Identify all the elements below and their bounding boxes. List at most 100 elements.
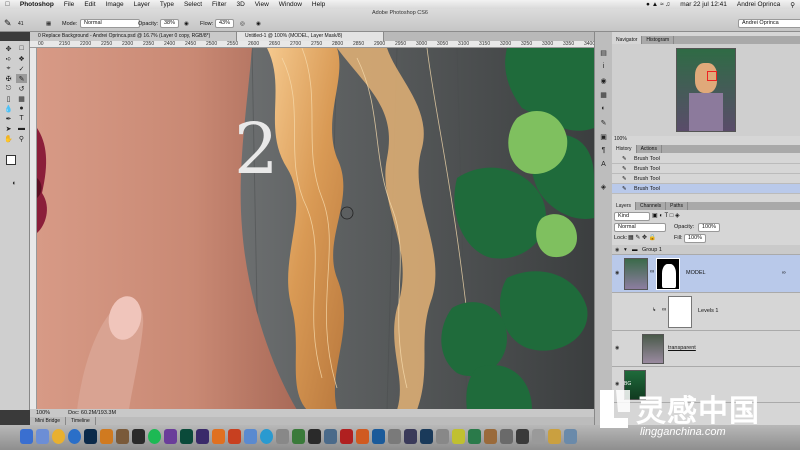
tab-layers[interactable]: Layers (612, 202, 637, 210)
gradient-tool-icon[interactable]: ▦ (16, 94, 27, 103)
menu-app-name[interactable]: Photoshop (15, 1, 59, 8)
lightroom-icon[interactable] (420, 429, 433, 444)
spotlight-icon[interactable]: ⚲ (785, 1, 800, 9)
visibility-eye-icon[interactable]: ◉ (615, 270, 619, 276)
tab-channels[interactable]: Channels (636, 202, 667, 210)
layer-group-row[interactable]: ◉ ▾ ▬ Group 1 (612, 245, 800, 255)
dodge-tool-icon[interactable]: ● (16, 104, 27, 113)
dreamweaver-icon[interactable] (196, 429, 209, 444)
app-icon[interactable] (292, 429, 305, 444)
pressure-size-icon[interactable]: ◉ (256, 19, 261, 28)
brush-panel-icon-strip[interactable]: ✎ (598, 118, 609, 127)
info-panel-icon[interactable]: i (598, 62, 609, 71)
healing-tool-icon[interactable]: ✠ (3, 74, 14, 83)
tab-histogram[interactable]: Histogram (642, 36, 675, 44)
menu-select[interactable]: Select (179, 1, 207, 8)
lock-icons[interactable]: ▦ ✎ ✥ 🔒 (628, 234, 656, 241)
tab-paths[interactable]: Paths (666, 202, 688, 210)
horizontal-ruler[interactable]: 00 2150 2200 2250 2300 2350 2400 2450 2500 2550 26… (30, 41, 595, 48)
foreground-color-swatch[interactable] (6, 155, 16, 165)
tab-actions[interactable]: Actions (637, 145, 662, 153)
history-item[interactable]: ✎ Brush Tool (612, 164, 800, 174)
layer-filter-icons[interactable]: ▣ ◐ T □ ◈ (652, 212, 680, 219)
finder-icon[interactable] (20, 429, 33, 444)
brush-tool-active-icon[interactable]: ✎ (16, 74, 27, 83)
adjustment-mask-thumbnail[interactable] (668, 296, 692, 328)
app-icon[interactable] (404, 429, 417, 444)
paragraph-panel-icon[interactable]: ¶ (598, 146, 609, 155)
app-icon[interactable] (372, 429, 385, 444)
menu-image[interactable]: Image (101, 1, 129, 8)
vlc-icon[interactable] (212, 429, 225, 444)
layer-row-model[interactable]: ◉ ∞ MODEL ∞ (612, 255, 800, 293)
history-item[interactable]: ✎ Brush Tool (612, 174, 800, 184)
spotify-icon[interactable] (148, 429, 161, 444)
app-icon[interactable] (452, 429, 465, 444)
clone-stamp-tool-icon[interactable]: ⎋ (3, 84, 14, 93)
visibility-eye-icon[interactable]: ◉ (615, 345, 619, 351)
menu-layer[interactable]: Layer (129, 1, 155, 8)
premiere-icon[interactable] (164, 429, 177, 444)
menu-type[interactable]: Type (155, 1, 179, 8)
zoom-level[interactable]: 100% (30, 410, 56, 416)
app-icon[interactable] (260, 429, 273, 444)
app-icon[interactable] (324, 429, 337, 444)
layer-mask-thumbnail[interactable] (656, 258, 680, 290)
tab-timeline[interactable]: Timeline (66, 417, 96, 425)
tab-mini-bridge[interactable]: Mini Bridge (30, 417, 67, 425)
lightroom-bridge-icon[interactable] (100, 429, 113, 444)
lasso-tool-icon[interactable]: ➪ (3, 54, 14, 63)
app-icon[interactable] (388, 429, 401, 444)
status-icons[interactable]: ● ▲ ≈ ♫ (641, 1, 675, 8)
menu-file[interactable]: File (59, 1, 79, 8)
activity-monitor-icon[interactable] (308, 429, 321, 444)
app-icon[interactable] (244, 429, 257, 444)
shape-tool-icon[interactable]: ▬ (16, 124, 27, 133)
safari-icon[interactable] (68, 429, 81, 444)
tab-history[interactable]: History (612, 145, 637, 153)
menu-window[interactable]: Window (274, 1, 307, 8)
app-icon[interactable] (532, 429, 545, 444)
vertical-ruler[interactable] (30, 48, 37, 410)
app-icon[interactable] (276, 429, 289, 444)
eyedropper-tool-icon[interactable]: ✓ (16, 64, 27, 73)
brush-tool-icon[interactable]: ✎ (4, 18, 12, 28)
visibility-eye-icon[interactable]: ◉ (615, 245, 619, 255)
group-expand-icon[interactable]: ▾ (624, 245, 627, 255)
app-icon[interactable] (484, 429, 497, 444)
app-icon[interactable] (356, 429, 369, 444)
menu-filter[interactable]: Filter (207, 1, 231, 8)
app-icon[interactable] (228, 429, 241, 444)
fill-field[interactable]: 100% (684, 234, 707, 243)
adjustments-panel-icon[interactable]: ◐ (598, 104, 609, 113)
history-brush-tool-icon[interactable]: ↺ (16, 84, 27, 93)
apple-icon[interactable]:  (0, 1, 15, 8)
app-icon[interactable] (468, 429, 481, 444)
menu-view[interactable]: View (250, 1, 274, 8)
layer-opacity-field[interactable]: 100% (698, 223, 721, 232)
nav-view-box[interactable] (707, 71, 717, 81)
filezilla-icon[interactable] (340, 429, 353, 444)
tab-untitled-1[interactable]: Untitled-1 @ 100% (MODEL, Layer Mask/8) (237, 32, 384, 41)
type-tool-icon[interactable]: T (16, 114, 27, 123)
app-icon[interactable] (436, 429, 449, 444)
app-icon[interactable] (548, 429, 561, 444)
menu-edit[interactable]: Edit (79, 1, 100, 8)
path-select-tool-icon[interactable]: ➤ (3, 124, 14, 133)
doc-size[interactable]: Doc: 60.2M/193.3M (56, 410, 128, 416)
swatches-panel-icon[interactable]: ▦ (598, 90, 609, 99)
chrome-icon[interactable] (52, 429, 65, 444)
layer-comps-icon[interactable]: ◈ (598, 182, 609, 191)
character-panel-icon[interactable]: A (598, 160, 609, 169)
navigator-zoom[interactable]: 100% (612, 136, 800, 143)
opacity-field[interactable]: 38% (160, 19, 180, 28)
hand-tool-icon[interactable]: ✋ (3, 134, 14, 143)
clock[interactable]: mar 22 jul 12:41 (675, 1, 732, 8)
canvas[interactable]: 2 (37, 48, 594, 410)
layer-row-transparent[interactable]: ◉ transparent (612, 331, 800, 367)
app-icon[interactable] (516, 429, 529, 444)
zoom-tool-icon[interactable]: ⚲ (16, 134, 27, 143)
eraser-tool-icon[interactable]: ▯ (3, 94, 14, 103)
audition-icon[interactable] (180, 429, 193, 444)
menu-help[interactable]: Help (307, 1, 330, 8)
